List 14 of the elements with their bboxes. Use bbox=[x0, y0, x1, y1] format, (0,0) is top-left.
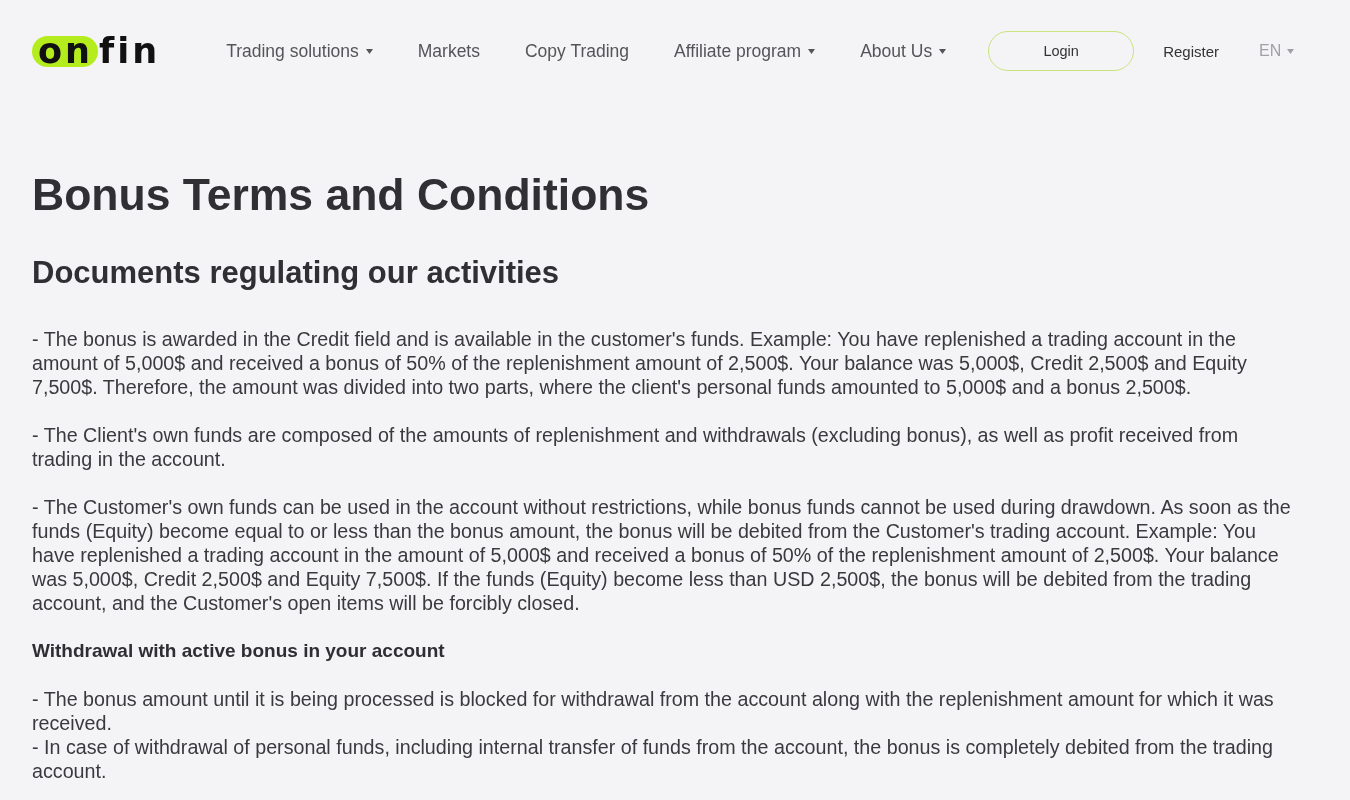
paragraph: - The bonus amount until it is being processed is blocked for withdrawal from the account along with the replenishment amount for which it was received. bbox=[32, 687, 1275, 735]
section-heading: Documents regulating our activities bbox=[32, 254, 561, 292]
nav-link[interactable]: Affiliate program bbox=[674, 40, 816, 62]
paragraph: - The Client's own funds are composed of the amounts of replenishment and withdrawals (excluding bonus), as well as profit received from trading in the account. bbox=[32, 423, 1240, 471]
nav-link[interactable]: Trading solutions bbox=[226, 40, 373, 62]
paragraph: - In case of withdrawal of personal funds, including internal transfer of funds from the account, the bonus is completely debited from the trading account. bbox=[32, 735, 1274, 783]
subheading: Withdrawal with active bonus in your account bbox=[32, 639, 446, 663]
register-link[interactable]: Register bbox=[1163, 42, 1220, 60]
page-title: Bonus Terms and Conditions bbox=[32, 169, 651, 221]
nav-link[interactable]: Copy Trading bbox=[525, 40, 630, 62]
nav-link[interactable]: Markets bbox=[417, 40, 480, 62]
paragraph: - The Customer's own funds can be used in the account without restrictions, while bonus funds cannot be used during drawdown. As soon as the funds (Equity) become equal to or less than the bonus amount, the bonus will be debited from the Customer's trading account. Example: You have replenished a trading account in the amount of 5,000$ and received a bonus of 50% of the replenishment amount of 2,500$. Your balance was 5,000$, Credit 2,500$ and Equity 7,500$. If the funds (Equity) become less than USD 2,500$, the bonus will be debited from the trading account, and the Customer's open items will be forcibly closed. bbox=[32, 495, 1292, 615]
paragraph: - The bonus is awarded in the Credit field and is available in the customer's funds. Example: You have replenished a trading account in the amount of 5,000$ and received a bonus of 50% of the replenishment amount of 2,500$. Your balance was 5,000$, Credit 2,500$ and Equity 7,500$. Therefore, the amount was divided into two parts, where the client's personal funds amounted to 5,000$ and a bonus 2,500$. bbox=[32, 327, 1248, 399]
nav-link[interactable]: About Us bbox=[860, 40, 947, 62]
